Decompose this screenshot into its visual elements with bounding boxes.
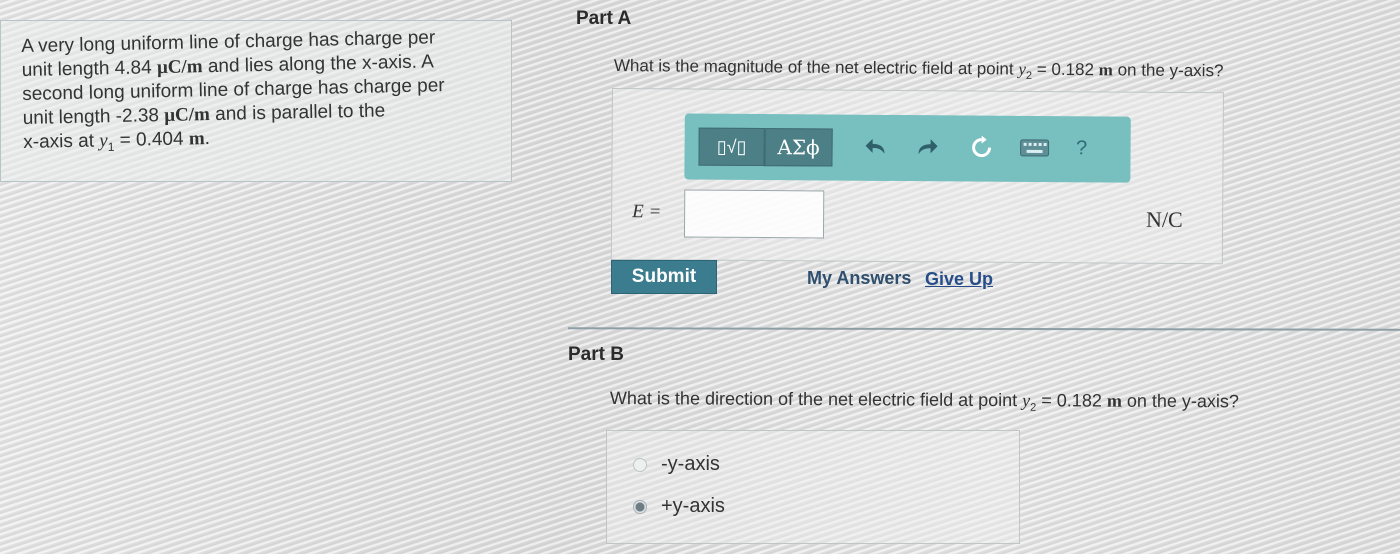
undo-icon — [865, 138, 885, 154]
keyboard-button[interactable] — [1014, 134, 1054, 162]
greek-symbols-button[interactable]: ΑΣϕ — [764, 128, 833, 167]
answer-panel: ▯√▯ ΑΣϕ ? E = N/C — [610, 88, 1224, 265]
charge-density-unit: μC/m — [164, 104, 211, 127]
part-b-heading: Part B — [568, 344, 624, 365]
answer-input[interactable] — [683, 189, 825, 239]
give-up-link[interactable]: Give Up — [925, 269, 993, 290]
reset-button[interactable] — [964, 131, 998, 163]
part-a-question: What is the magnitude of the net electri… — [613, 56, 1224, 83]
choice-label: +y-axis — [661, 495, 725, 517]
charge-density-unit: μC/m — [156, 56, 203, 79]
redo-icon — [918, 139, 938, 155]
answer-unit: N/C — [1146, 206, 1183, 232]
choice-positive-y[interactable]: +y-axis — [633, 495, 725, 518]
my-answers-link[interactable]: My Answers — [807, 268, 911, 289]
direction-choices: -y-axis +y-axis — [606, 430, 1020, 544]
submit-button[interactable]: Submit — [611, 260, 717, 294]
template-button[interactable]: ▯√▯ — [698, 127, 765, 167]
greek-letters-icon: ΑΣϕ — [777, 135, 820, 160]
answer-label: E = — [632, 201, 662, 223]
section-divider — [567, 327, 1400, 331]
keyboard-icon — [1020, 139, 1050, 157]
choice-negative-y[interactable]: -y-axis — [633, 453, 720, 476]
undo-button[interactable] — [859, 131, 893, 163]
part-a-heading: Part A — [576, 8, 632, 29]
redo-button[interactable] — [909, 131, 943, 163]
sqrt-template-icon: ▯√▯ — [716, 136, 747, 157]
problem-statement-panel: A very long uniform line of charge has c… — [0, 20, 512, 182]
math-toolbar: ▯√▯ ΑΣϕ ? — [684, 113, 1131, 183]
help-icon: ? — [1075, 136, 1088, 159]
part-b-question: What is the direction of the net electri… — [609, 388, 1240, 414]
help-button[interactable]: ? — [1064, 132, 1098, 164]
radio-button-selected[interactable] — [633, 499, 647, 514]
refresh-icon — [972, 135, 992, 158]
choice-label: -y-axis — [661, 453, 720, 475]
radio-button[interactable] — [633, 457, 647, 472]
problem-statement: A very long uniform line of charge has c… — [21, 25, 504, 161]
